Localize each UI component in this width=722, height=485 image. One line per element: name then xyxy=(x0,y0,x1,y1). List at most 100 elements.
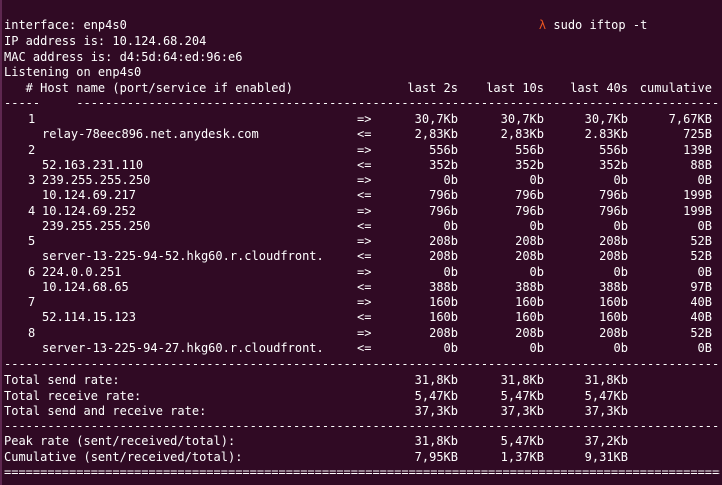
total-label: Total send rate: xyxy=(4,373,120,387)
connection-row: 4 10.124.69.252 => 796b 796b 796b 199B xyxy=(0,203,722,219)
rate-last-10s: 2,83Kb xyxy=(500,127,544,142)
rate-last-10s: 160b xyxy=(515,295,544,309)
connection-index: 5 xyxy=(28,234,36,248)
rate-last-40s: 0b xyxy=(613,218,628,233)
rate-last-40s: 556b xyxy=(599,142,628,157)
rate-last-2s: 352b xyxy=(429,157,458,172)
rate-last-2s: 0b xyxy=(443,218,458,233)
rate-last-10s: 208b xyxy=(515,249,544,264)
rate-last-2s: 160b xyxy=(429,295,458,309)
rate-last-40s: 160b xyxy=(599,295,628,309)
rate-last-2s: 208b xyxy=(429,325,458,340)
total-row: Total send and receive rate: 37,3Kb 37,3Kb… xyxy=(0,403,722,419)
footer-divider: ========================================… xyxy=(4,465,720,479)
rate-last-2s: 0b xyxy=(443,173,458,187)
total-last-2s: 37,3Kb xyxy=(414,404,458,418)
summary-label: Cumulative (sent/received/total): xyxy=(4,450,243,464)
direction-arrow: <= xyxy=(357,340,372,355)
direction-arrow: => xyxy=(357,234,372,248)
command-text: sudo iftop -t xyxy=(553,18,648,32)
cumulative-total: 199B xyxy=(683,203,712,218)
direction-arrow: <= xyxy=(357,218,372,233)
direction-arrow: => xyxy=(357,264,372,279)
connection-host: server-13-225-94-27.hkg60.r.cloudfront. xyxy=(42,340,324,355)
header-divider: ----- ----------------------------------… xyxy=(4,96,720,110)
rate-last-10s: 0b xyxy=(529,264,544,279)
rate-last-10s: 0b xyxy=(529,173,544,187)
summary-label: Peak rate (sent/received/total): xyxy=(4,434,236,448)
connection-row: 239.255.255.250 <= 0b 0b 0b 0B xyxy=(0,218,722,234)
total-last-10s: 37,3Kb xyxy=(500,404,544,418)
rate-last-2s: 556b xyxy=(429,142,458,157)
connection-row: relay-78eec896.net.anydesk.com <= 2,83Kb 2,… xyxy=(0,126,722,142)
total-label: Total send and receive rate: xyxy=(4,404,207,418)
ip-address-line: IP address is: 10.124.68.204 xyxy=(4,34,207,48)
terminal-window[interactable]: λ sudo iftop -t interface: enp4s0 IP add… xyxy=(0,0,722,485)
total-last-10s: 5,47Kb xyxy=(500,388,544,403)
rate-last-2s: 796b xyxy=(429,188,458,203)
cumulative-total: 97B xyxy=(690,279,712,294)
connection-index: 7 xyxy=(28,295,36,309)
total-row: Total receive rate: 5,47Kb 5,47Kb 5,47Kb xyxy=(0,388,722,404)
cumulative-total: 725B xyxy=(683,127,712,142)
host-name-header: # Host name (port/service if enabled) xyxy=(4,81,293,95)
summary-sent: 31,8Kb xyxy=(414,434,458,448)
rate-last-40s: 160b xyxy=(599,310,628,325)
cumulative-total: 88B xyxy=(690,157,712,172)
rate-last-10s: 0b xyxy=(529,218,544,233)
rate-last-10s: 30,7Kb xyxy=(500,112,544,126)
rate-last-40s: 352b xyxy=(599,157,628,172)
rate-last-40s: 208b xyxy=(599,234,628,248)
rate-last-2s: 0b xyxy=(443,264,458,279)
rate-last-10s: 388b xyxy=(515,279,544,294)
connection-row: server-13-225-94-52.hkg60.r.cloudfront. <… xyxy=(0,248,722,264)
connection-host: 10.124.69.217 xyxy=(42,188,136,203)
summary-divider: ----------------------------------------… xyxy=(4,419,720,433)
direction-arrow: <= xyxy=(357,310,372,325)
rate-last-40s: 0b xyxy=(613,340,628,355)
cumulative-total: 0B xyxy=(697,218,712,233)
prompt-symbol: λ xyxy=(538,18,547,32)
connection-host: 10.124.68.65 xyxy=(42,279,129,294)
connection-host: server-13-225-94-52.hkg60.r.cloudfront. xyxy=(42,249,324,264)
direction-arrow: <= xyxy=(357,157,372,172)
cumulative-total: 52B xyxy=(690,325,712,340)
rate-last-2s: 2,83Kb xyxy=(414,127,458,142)
direction-arrow: <= xyxy=(357,188,372,203)
rate-last-40s: 208b xyxy=(599,249,628,264)
totals-divider: ----------------------------------------… xyxy=(4,357,720,371)
connection-index: 2 xyxy=(28,142,36,157)
connection-row: 10.124.69.217 <= 796b 796b 796b 199B xyxy=(0,187,722,203)
rate-last-40s: 796b xyxy=(599,188,628,203)
connection-row: 3 239.255.255.250 => 0b 0b 0b 0B xyxy=(0,172,722,188)
connection-host: 52.163.231.110 xyxy=(42,157,144,172)
connection-row: 52.163.231.110 <= 352b 352b 352b 88B xyxy=(0,157,722,173)
rate-last-10s: 0b xyxy=(529,340,544,355)
column-header-row: # Host name (port/service if enabled) la… xyxy=(0,80,722,96)
cumulative-total: 0B xyxy=(697,264,712,279)
cumulative-total: 0B xyxy=(697,173,712,187)
rate-last-40s: 796b xyxy=(599,203,628,218)
direction-arrow: => xyxy=(357,295,372,309)
direction-arrow: => xyxy=(357,112,372,126)
rate-last-40s: 30,7Kb xyxy=(584,112,628,126)
rate-last-2s: 30,7Kb xyxy=(414,112,458,126)
cumulative-total: 52B xyxy=(690,249,712,264)
connection-index: 4 xyxy=(28,203,36,218)
total-last-10s: 31,8Kb xyxy=(500,373,544,387)
rate-last-10s: 796b xyxy=(515,203,544,218)
last-10s-header: last 10s xyxy=(486,81,544,95)
summary-received: 5,47Kb xyxy=(500,434,544,448)
direction-arrow: <= xyxy=(357,279,372,294)
connection-row: server-13-225-94-27.hkg60.r.cloudfront. <… xyxy=(0,340,722,356)
summary-row: Peak rate (sent/received/total): 31,8Kb 5,… xyxy=(0,433,722,449)
cumulative-total: 40B xyxy=(690,295,712,309)
total-last-2s: 5,47Kb xyxy=(414,388,458,403)
direction-arrow: <= xyxy=(357,249,372,264)
connection-host: 239.255.255.250 xyxy=(42,218,151,233)
direction-arrow: <= xyxy=(357,127,372,142)
listening-line: Listening on enp4s0 xyxy=(4,65,142,79)
rate-last-40s: 208b xyxy=(599,325,628,340)
cumulative-total: 40B xyxy=(690,310,712,325)
cumulative-total: 199B xyxy=(683,188,712,203)
